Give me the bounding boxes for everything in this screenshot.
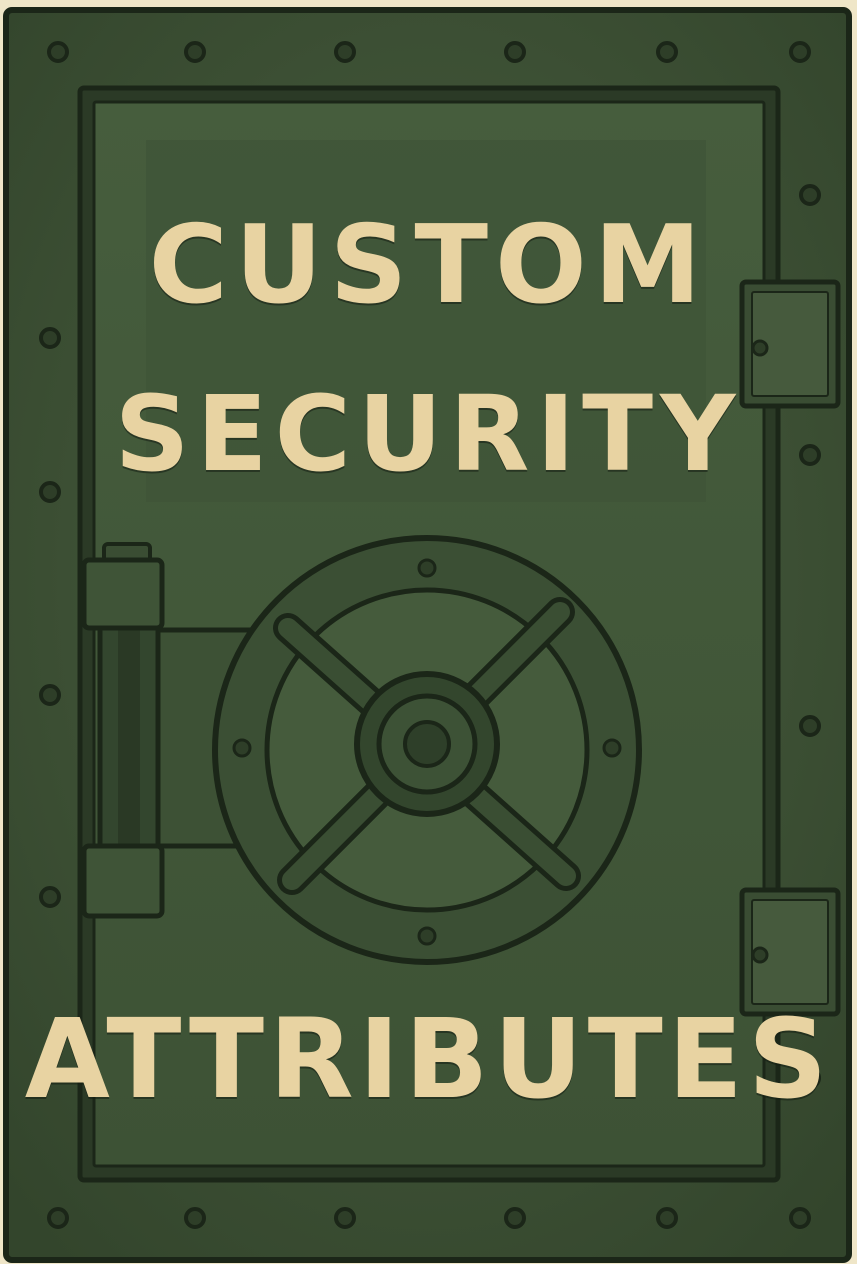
vault-illustration: CUSTOM SECURITY ATTRIBUTES xyxy=(0,0,857,1264)
vault-wheel-icon xyxy=(212,535,642,965)
title-line-attributes: ATTRIBUTES xyxy=(24,995,833,1123)
title-line-security: SECURITY xyxy=(114,373,743,495)
title-line-custom: CUSTOM xyxy=(148,203,709,328)
